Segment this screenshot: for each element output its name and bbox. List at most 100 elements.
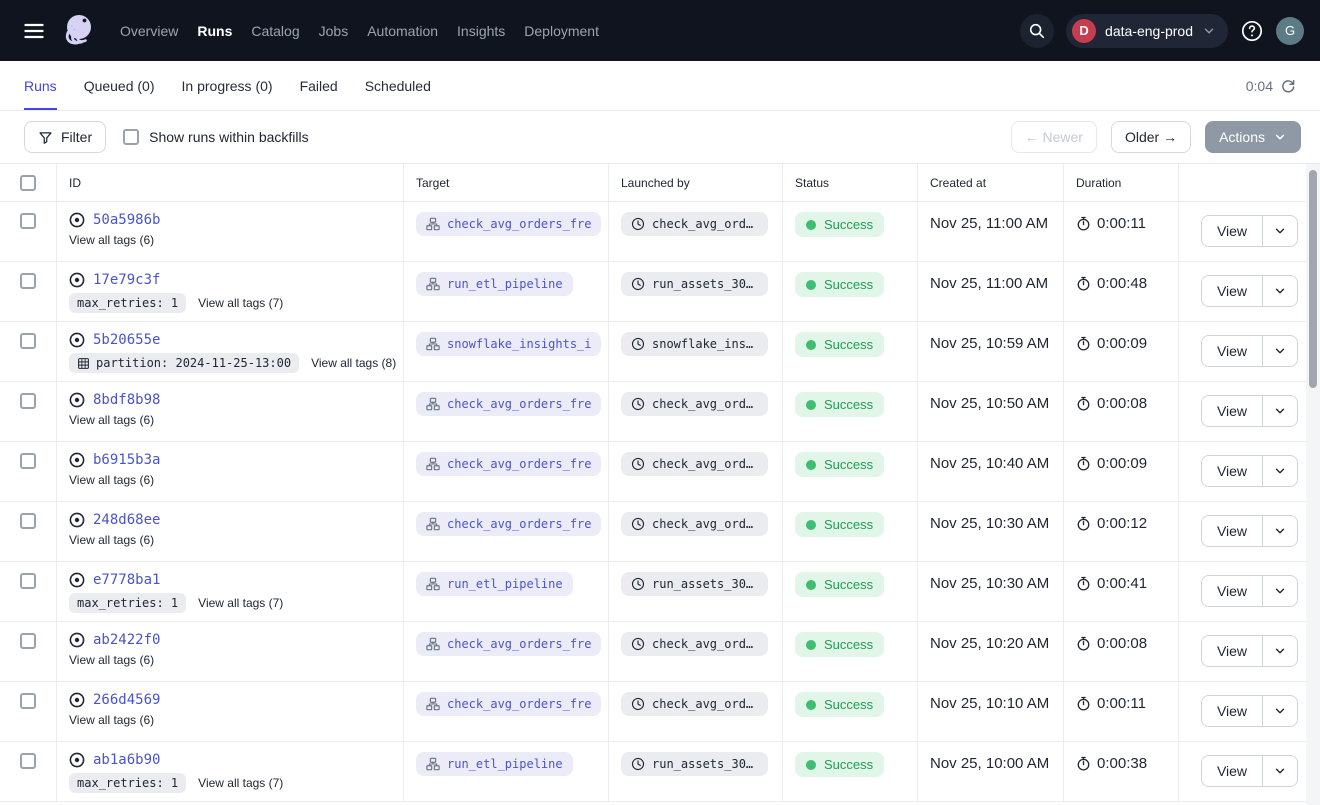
launched-by-pill[interactable]: check_avg_orders_f… [621,692,768,716]
nav-item-catalog[interactable]: Catalog [251,23,299,39]
duration-cell: 0:00:09 [1063,442,1178,501]
view-all-tags-link[interactable]: View all tags (8) [311,356,396,370]
target-pill[interactable]: check_avg_orders_freshne [416,632,601,656]
select-all-checkbox[interactable] [20,175,36,191]
run-id-link[interactable]: b6915b3a [93,452,160,468]
run-id-link[interactable]: 5b20655e [93,332,160,348]
launched-by-pill[interactable]: check_avg_orders_f… [621,452,768,476]
view-button[interactable]: View [1202,336,1263,366]
target-pill[interactable]: run_etl_pipeline [416,572,573,596]
tab-queued[interactable]: Queued (0) [84,61,155,110]
newer-button[interactable]: ← Newer [1011,121,1097,153]
view-button[interactable]: View [1202,756,1263,786]
view-dropdown-button[interactable] [1263,456,1297,486]
view-button[interactable]: View [1202,216,1263,246]
row-checkbox[interactable] [20,753,36,769]
view-all-tags-link[interactable]: View all tags (6) [69,413,154,427]
row-checkbox[interactable] [20,393,36,409]
backfills-checkbox-row[interactable]: Show runs within backfills [123,129,309,145]
view-all-tags-link[interactable]: View all tags (6) [69,713,154,727]
target-pill[interactable]: snowflake_insights_import [416,332,601,356]
view-all-tags-link[interactable]: View all tags (7) [198,776,283,790]
view-button[interactable]: View [1202,516,1263,546]
tab-scheduled[interactable]: Scheduled [365,61,431,110]
launched-by-pill[interactable]: run_assets_30min [621,752,768,776]
view-button[interactable]: View [1202,456,1263,486]
row-checkbox[interactable] [20,693,36,709]
actions-button[interactable]: Actions [1205,121,1301,153]
view-all-tags-link[interactable]: View all tags (7) [198,596,283,610]
launched-by-pill[interactable]: snowflake_insights_… [621,332,768,356]
target-pill[interactable]: run_etl_pipeline [416,272,573,296]
view-button[interactable]: View [1202,696,1263,726]
view-all-tags-link[interactable]: View all tags (7) [198,296,283,310]
target-pill[interactable]: check_avg_orders_freshne [416,392,601,416]
backfills-checkbox[interactable] [123,129,139,145]
launched-by-pill[interactable]: check_avg_orders_f… [621,632,768,656]
row-checkbox[interactable] [20,573,36,589]
hamburger-menu-button[interactable] [18,15,50,47]
view-dropdown-button[interactable] [1263,516,1297,546]
nav-item-jobs[interactable]: Jobs [319,23,349,39]
search-button[interactable] [1020,14,1054,48]
view-dropdown-button[interactable] [1263,336,1297,366]
view-button[interactable]: View [1202,576,1263,606]
refresh-icon[interactable] [1280,78,1296,94]
help-button[interactable] [1240,19,1264,43]
nav-item-overview[interactable]: Overview [120,23,178,39]
view-button[interactable]: View [1202,276,1263,306]
row-checkbox[interactable] [20,513,36,529]
nav-item-deployment[interactable]: Deployment [524,23,599,39]
launched-by-pill[interactable]: run_assets_30min [621,272,768,296]
view-button[interactable]: View [1202,396,1263,426]
row-checkbox[interactable] [20,333,36,349]
older-button[interactable]: Older → [1111,121,1191,153]
run-id-link[interactable]: 17e79c3f [93,272,160,288]
view-dropdown-button[interactable] [1263,396,1297,426]
run-id-link[interactable]: e7778ba1 [93,572,160,588]
user-avatar[interactable]: G [1276,17,1304,45]
view-dropdown-button[interactable] [1263,576,1297,606]
nav-item-runs[interactable]: Runs [197,23,232,39]
view-all-tags-link[interactable]: View all tags (6) [69,533,154,547]
nav-item-automation[interactable]: Automation [367,23,438,39]
run-id-link[interactable]: 266d4569 [93,692,160,708]
launched-by-pill[interactable]: check_avg_orders_f… [621,512,768,536]
target-pill[interactable]: check_avg_orders_freshne [416,452,601,476]
nav-item-insights[interactable]: Insights [457,23,505,39]
launched-by-pill[interactable]: check_avg_orders_f… [621,392,768,416]
view-all-tags-link[interactable]: View all tags (6) [69,233,154,247]
launched-by-pill[interactable]: check_avg_orders_f… [621,212,768,236]
run-id-link[interactable]: 8bdf8b98 [93,392,160,408]
tab-in-progress[interactable]: In progress (0) [182,61,273,110]
view-dropdown-button[interactable] [1263,756,1297,786]
view-all-tags-link[interactable]: View all tags (6) [69,473,154,487]
view-dropdown-button[interactable] [1263,696,1297,726]
filter-button[interactable]: Filter [24,121,106,153]
launched-by-pill[interactable]: run_assets_30min [621,572,768,596]
row-checkbox[interactable] [20,633,36,649]
target-pill[interactable]: run_etl_pipeline [416,752,573,776]
run-id-link[interactable]: ab1a6b90 [93,752,160,768]
workspace-switcher[interactable]: D data-eng-prod [1066,14,1228,48]
view-button[interactable]: View [1202,636,1263,666]
view-dropdown-button[interactable] [1263,636,1297,666]
vertical-scrollbar[interactable] [1306,164,1320,805]
dagster-logo[interactable] [60,11,98,51]
scrollbar-thumb[interactable] [1309,170,1317,388]
tab-runs[interactable]: Runs [24,61,57,110]
target-pill[interactable]: check_avg_orders_freshne [416,212,601,236]
run-id-link[interactable]: 248d68ee [93,512,160,528]
run-id-link[interactable]: 50a5986b [93,212,160,228]
row-checkbox[interactable] [20,213,36,229]
view-dropdown-button[interactable] [1263,276,1297,306]
row-checkbox[interactable] [20,273,36,289]
tab-failed[interactable]: Failed [300,61,338,110]
status-label: Success [824,277,873,292]
target-pill[interactable]: check_avg_orders_freshne [416,512,601,536]
target-pill[interactable]: check_avg_orders_freshne [416,692,601,716]
row-checkbox[interactable] [20,453,36,469]
run-id-link[interactable]: ab2422f0 [93,632,160,648]
view-dropdown-button[interactable] [1263,216,1297,246]
view-all-tags-link[interactable]: View all tags (6) [69,653,154,667]
